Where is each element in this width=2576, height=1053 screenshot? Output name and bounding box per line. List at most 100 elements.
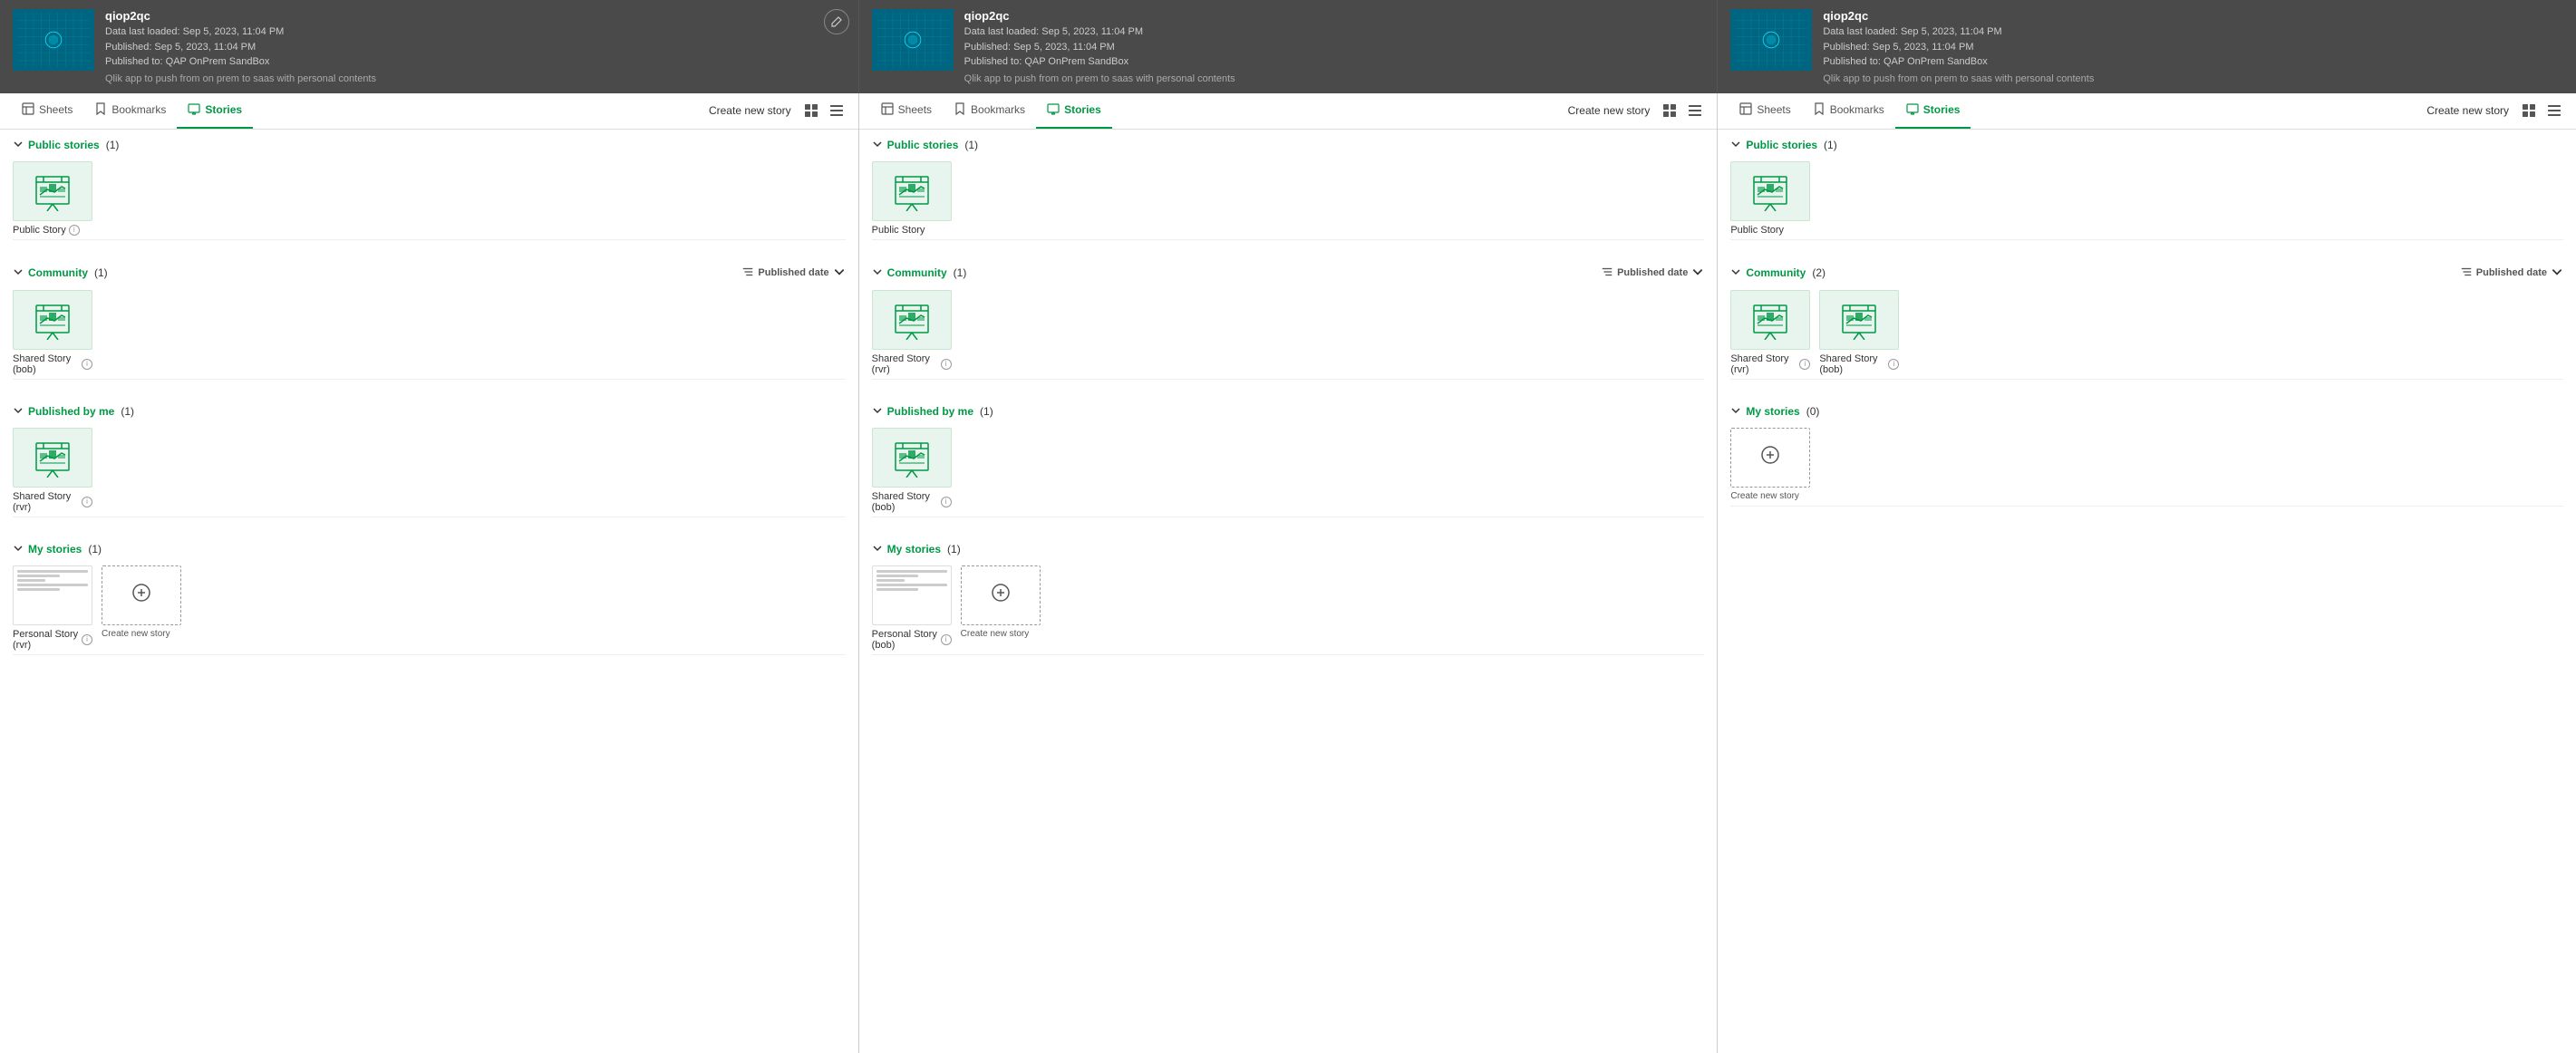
section-count: (1) [88,543,102,555]
tab-label: Bookmarks [971,103,1025,116]
section-mystories: My stories (1) Personal Story (rvr) i [0,534,858,671]
info-icon[interactable]: i [1799,359,1810,370]
list-view-button[interactable] [826,100,847,121]
info-icon[interactable]: i [941,359,952,370]
section-header[interactable]: My stories (1) [13,543,846,556]
stories-icon [1047,102,1060,118]
tab-sheets[interactable]: Sheets [11,92,83,129]
story-card[interactable]: Shared Story (bob) i [13,290,92,375]
tab-bookmarks[interactable]: Bookmarks [83,92,177,129]
story-card[interactable]: Shared Story (bob) i [1819,290,1899,375]
bookmarks-icon [94,102,107,118]
create-card-label: Create new story [1730,491,1799,502]
list-view-button[interactable] [2543,100,2565,121]
section-community: Community (1) Published date [0,256,858,396]
sort-control[interactable]: Published date [741,266,845,281]
sort-icon [741,266,754,281]
chevron-down-icon [872,139,883,152]
info-icon[interactable]: i [82,359,92,370]
info-icon[interactable]: i [1888,359,1899,370]
section-count: (1) [106,139,120,151]
section-label: My stories [1746,405,1799,418]
tab-label: Sheets [898,103,932,116]
chevron-down-icon [13,543,24,556]
tab-bookmarks[interactable]: Bookmarks [1802,92,1895,129]
story-card[interactable]: Public Story [872,161,952,236]
section-label: Community [887,266,947,279]
chevron-down-icon [1691,266,1704,281]
tab-sheets[interactable]: Sheets [1729,92,1801,129]
top-panel-3: qiop2qc Data last loaded: Sep 5, 2023, 1… [1718,0,2576,93]
tab-sheets[interactable]: Sheets [870,92,943,129]
create-story-card[interactable] [961,565,1041,625]
cards-grid: Public Story [1730,161,2563,236]
tab-stories[interactable]: Stories [1895,92,1971,129]
app-thumbnail [13,9,94,71]
create-card-label: Create new story [102,629,170,640]
section-mystories: My stories (0) Create new story [1718,396,2576,523]
tab-stories[interactable]: Stories [1036,92,1112,129]
create-new-story-button[interactable]: Create new story [2426,104,2509,117]
sort-control[interactable]: Published date [1601,266,1704,281]
story-card[interactable]: Shared Story (rvr) i [1730,290,1810,375]
edit-button[interactable] [824,9,849,34]
section-header[interactable]: Public stories (1) [13,139,846,152]
story-card-label: Shared Story (bob) i [1819,353,1899,375]
grid-view-button[interactable] [1659,100,1680,121]
section-header[interactable]: Published by me (1) [872,405,1705,419]
section-header[interactable]: Community (1) Published date [13,266,846,281]
info-icon[interactable]: i [941,497,952,507]
section-header[interactable]: Public stories (1) [872,139,1705,152]
cards-grid: Shared Story (rvr) i [13,428,846,513]
personal-story-card[interactable]: Personal Story (bob) i [872,565,952,651]
story-card-label: Public Story i [13,225,80,236]
section-header[interactable]: Community (1) Published date [872,266,1705,281]
sort-control[interactable]: Published date [2460,266,2563,281]
create-new-story-button[interactable]: Create new story [709,104,791,117]
info-icon[interactable]: i [82,497,92,507]
section-public: Public stories (1) Public Story [859,130,1718,256]
tabs-bar: Sheets Bookmarks Stories Create new story [1718,93,2576,130]
grid-view-button[interactable] [800,100,822,121]
tab-bookmarks[interactable]: Bookmarks [943,92,1036,129]
section-public: Public stories (1) Public Story i [0,130,858,256]
story-card[interactable]: Public Story i [13,161,92,236]
create-new-story-button[interactable]: Create new story [1568,104,1651,117]
app-description: Qlik app to push from on prem to saas wi… [1823,73,2563,84]
story-card[interactable]: Shared Story (rvr) i [872,290,952,375]
section-header[interactable]: Public stories (1) [1730,139,2563,152]
cards-grid: Shared Story (bob) i [13,290,846,375]
story-card[interactable]: Public Story [1730,161,1810,236]
section-label: Public stories [1746,139,1817,151]
story-card[interactable]: Shared Story (bob) i [872,428,952,513]
create-story-card[interactable] [102,565,181,625]
section-header[interactable]: Community (2) Published date [1730,266,2563,281]
section-header[interactable]: My stories (1) [872,543,1705,556]
top-header-panels: qiop2qc Data last loaded: Sep 5, 2023, 1… [0,0,2576,93]
create-story-card[interactable] [1730,428,1810,488]
chevron-down-icon [13,139,24,152]
chevron-down-icon [1730,405,1741,419]
app-meta: Data last loaded: Sep 5, 2023, 11:04 PM … [105,24,846,70]
app-name: qiop2qc [964,9,1705,23]
personal-story-card[interactable]: Personal Story (rvr) i [13,565,92,651]
section-count: (0) [1806,405,1820,418]
info-icon[interactable]: i [82,634,92,645]
section-header[interactable]: Published by me (1) [13,405,846,419]
info-icon[interactable]: i [941,634,952,645]
story-card-name: Shared Story (bob) [1819,353,1885,375]
story-card[interactable]: Shared Story (rvr) i [13,428,92,513]
tab-stories[interactable]: Stories [177,92,253,129]
grid-view-button[interactable] [2518,100,2540,121]
story-card-label: Shared Story (rvr) i [13,491,92,513]
section-count: (2) [1812,266,1825,279]
app-description: Qlik app to push from on prem to saas wi… [105,73,846,84]
section-header[interactable]: My stories (0) [1730,405,2563,419]
info-icon[interactable]: i [69,225,80,236]
story-card-thumbnail [1730,161,1810,221]
list-view-button[interactable] [1684,100,1706,121]
section-count: (1) [121,405,134,418]
sort-icon [1601,266,1613,281]
chevron-down-icon [1730,266,1741,280]
story-card-label: Shared Story (rvr) i [1730,353,1810,375]
